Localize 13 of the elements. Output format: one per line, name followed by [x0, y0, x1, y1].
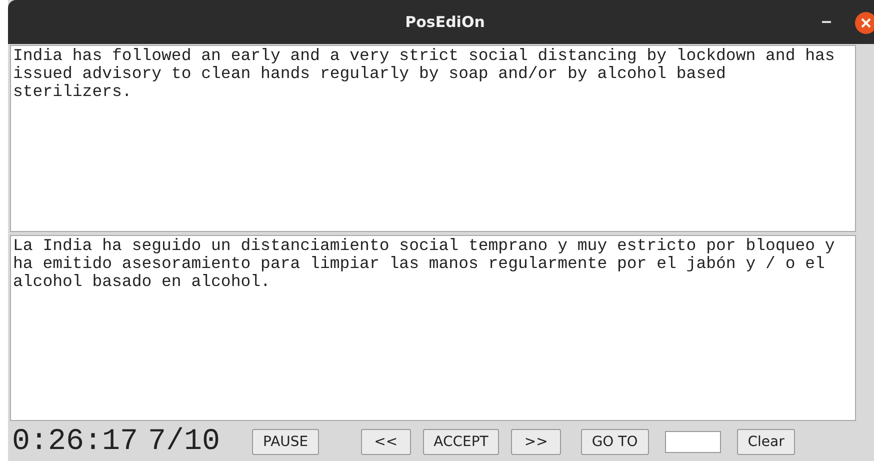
close-icon[interactable]	[855, 12, 874, 34]
toolbar-button[interactable]: <<	[361, 429, 411, 455]
toolbar-button[interactable]: GO TO	[580, 429, 649, 455]
source-text[interactable]: India has followed an early and a very strict social distancing by lockdown and has issued advisory to clean hands regularly by soap and/or by alcohol based sterilizers.	[10, 45, 856, 232]
translation-text[interactable]: La India ha seguido un distanciamiento social temprano y muy estricto por bloqueo y ha emitido asesoramiento para limpiar las manos regularmente por el jabón y / o el alcohol basado en alcohol.	[10, 235, 856, 421]
input-field[interactable]	[664, 431, 721, 453]
timer: 0:26:17	[12, 425, 138, 459]
toolbar-button[interactable]: >>	[511, 429, 561, 455]
toolbar-button[interactable]: PAUSE	[252, 429, 320, 455]
window-title: PosEdiOn	[405, 13, 485, 31]
clear-button[interactable]: Clear	[736, 429, 796, 455]
toolbar-button[interactable]: ACCEPT	[422, 429, 500, 455]
progress-counter: 7/10	[148, 425, 220, 459]
